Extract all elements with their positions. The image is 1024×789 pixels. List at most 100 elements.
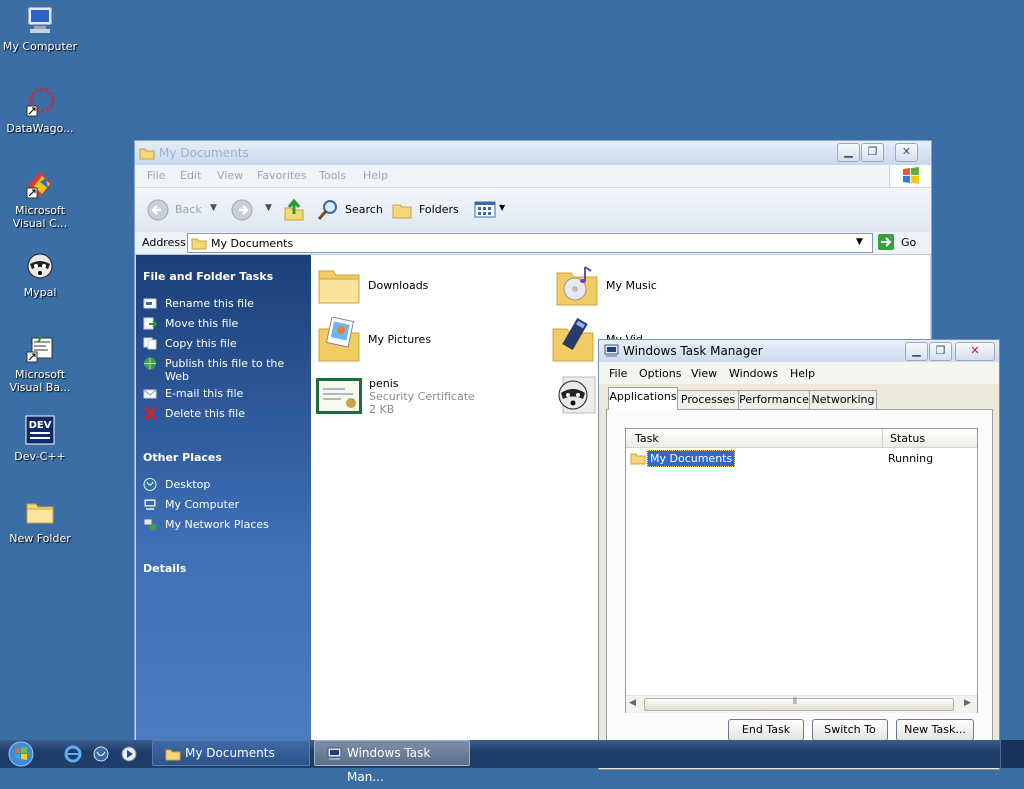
file-item-penis-certificate[interactable]: penis Security Certificate 2 KB — [315, 377, 475, 418]
tab-networking[interactable]: Networking — [809, 390, 877, 409]
taskbar-button-my-documents[interactable]: My Documents — [152, 740, 310, 766]
taskbar-button-label: My Documents — [185, 746, 275, 760]
up-folder-icon[interactable] — [283, 198, 305, 222]
copy-file-link[interactable]: Copy this file — [143, 337, 303, 350]
minimize-button[interactable]: ▁ — [905, 342, 928, 361]
tm-menu-windows[interactable]: Windows — [729, 367, 778, 380]
folders-button[interactable]: Folders — [391, 199, 461, 221]
show-desktop-icon[interactable] — [92, 745, 110, 763]
file-folder-tasks-header[interactable]: File and Folder Tasks — [143, 270, 273, 283]
file-item-my-pictures[interactable]: My Pictures — [317, 316, 431, 366]
address-value: My Documents — [211, 237, 294, 250]
close-button[interactable]: ✕ — [955, 342, 995, 361]
back-dropdown-icon[interactable]: ▼ — [210, 203, 217, 213]
tab-applications[interactable]: Applications — [608, 387, 678, 410]
menu-help[interactable]: Help — [363, 169, 388, 182]
desktop-icon-label: New Folder — [9, 532, 71, 545]
explorer-menu-bar: File Edit View Favorites Tools Help — [135, 165, 931, 188]
go-button[interactable]: Go — [877, 233, 927, 253]
address-input[interactable]: My Documents ▼ — [187, 233, 873, 253]
minimize-button[interactable]: ▁ — [837, 143, 860, 162]
folder-icon — [630, 453, 646, 465]
menu-edit[interactable]: Edit — [180, 169, 201, 182]
rename-file-link[interactable]: Rename this file — [143, 297, 303, 310]
menu-favorites[interactable]: Favorites — [257, 169, 307, 182]
my-computer-link[interactable]: My Computer — [143, 498, 303, 511]
search-label: Search — [345, 203, 383, 216]
pictures-folder-icon — [318, 316, 360, 362]
desktop-icon-my-computer[interactable]: My Computer — [1, 4, 79, 53]
explorer-title-bar[interactable]: My Documents ▁ ❐ ✕ — [135, 141, 931, 165]
desktop-icon-new-folder[interactable]: New Folder — [1, 496, 79, 545]
taskbar-button-task-manager[interactable]: Windows Task Man... — [314, 740, 470, 784]
details-header[interactable]: Details — [143, 562, 186, 575]
raccoon-icon — [558, 376, 596, 414]
file-type: Security Certificate — [369, 390, 475, 403]
forward-arrow-icon[interactable] — [231, 199, 253, 221]
dev-cpp-icon: DEV — [25, 415, 55, 445]
status-column-header[interactable]: Status — [883, 429, 977, 448]
delete-file-link[interactable]: Delete this file — [143, 407, 303, 420]
switch-to-button[interactable]: Switch To — [812, 719, 888, 741]
desktop-icon-label: My Computer — [2, 40, 78, 53]
task-column-header[interactable]: Task — [626, 429, 883, 448]
media-player-icon[interactable] — [120, 745, 138, 763]
views-dropdown-icon: ▼ — [499, 203, 506, 212]
internet-explorer-icon[interactable] — [64, 745, 82, 763]
desktop-icon-visual-c[interactable]: Microsoft Visual C... — [1, 168, 79, 230]
menu-tools[interactable]: Tools — [319, 169, 346, 182]
windows-logo-icon — [889, 165, 930, 187]
desktop-link[interactable]: Desktop — [143, 478, 303, 491]
file-item-mypal-shortcut[interactable] — [553, 375, 597, 418]
svg-text:DEV: DEV — [29, 420, 52, 431]
my-network-places-link[interactable]: My Network Places — [143, 518, 303, 531]
music-folder-icon — [556, 266, 598, 306]
new-task-button[interactable]: New Task... — [896, 719, 974, 741]
scroll-right-icon[interactable]: ▶ — [964, 698, 971, 708]
horizontal-scrollbar[interactable]: ◀ ⦀ ▶ — [626, 695, 977, 713]
back-button[interactable]: Back — [147, 199, 217, 221]
start-button[interactable] — [6, 741, 42, 767]
folders-icon — [392, 204, 412, 219]
copy-icon — [143, 337, 157, 350]
explorer-toolbar: Back ▼ ▼ Search Folders ▼ — [135, 188, 931, 233]
desktop-icon-visual-basic[interactable]: Microsoft Visual Ba... — [1, 332, 79, 394]
task-manager-window[interactable]: Windows Task Manager ▁ ❐ ✕ File Options … — [598, 339, 1000, 770]
desktop-icon-mypal[interactable]: Mypal — [1, 250, 79, 299]
globe-icon — [144, 357, 156, 370]
menu-view[interactable]: View — [217, 169, 243, 182]
publish-web-link[interactable]: Publish this file to the Web — [143, 357, 303, 383]
task-manager-icon — [327, 747, 342, 760]
computer-icon — [27, 6, 53, 33]
file-item-my-music[interactable]: My Music — [555, 265, 657, 310]
task-list[interactable]: Task Status My Documents Running ◀ ⦀ ▶ — [625, 428, 978, 713]
views-button[interactable]: ▼ — [473, 199, 509, 221]
file-item-downloads[interactable]: Downloads — [317, 265, 428, 308]
tm-menu-help[interactable]: Help — [790, 367, 815, 380]
task-status: Running — [888, 452, 934, 465]
tab-processes[interactable]: Processes — [677, 390, 739, 409]
menu-file[interactable]: File — [147, 169, 165, 182]
forward-dropdown-icon[interactable]: ▼ — [265, 203, 272, 213]
desktop-icon-datawago[interactable]: DataWago... — [1, 86, 79, 135]
tm-menu-options[interactable]: Options — [639, 367, 681, 380]
scroll-left-icon[interactable]: ◀ — [629, 698, 636, 708]
tm-menu-file[interactable]: File — [609, 367, 627, 380]
tm-menu-view[interactable]: View — [691, 367, 717, 380]
tab-performance[interactable]: Performance — [738, 390, 810, 409]
file-item-my-videos[interactable]: My Vid — [551, 317, 643, 366]
restore-button[interactable]: ❐ — [929, 342, 952, 361]
restore-button[interactable]: ❐ — [861, 143, 884, 162]
move-file-link[interactable]: Move this file — [143, 317, 303, 330]
other-places-header[interactable]: Other Places — [143, 451, 222, 464]
desktop-icon-dev-cpp[interactable]: DEV Dev-C++ — [1, 414, 79, 463]
task-manager-title-bar[interactable]: Windows Task Manager ▁ ❐ ✕ — [599, 340, 999, 362]
address-dropdown-icon[interactable]: ▼ — [856, 237, 863, 247]
scrollbar-thumb[interactable]: ⦀ — [644, 697, 954, 711]
email-file-link[interactable]: E-mail this file — [143, 387, 303, 400]
close-button[interactable]: ✕ — [895, 143, 918, 162]
folders-label: Folders — [419, 203, 459, 216]
search-button[interactable]: Search — [317, 199, 383, 221]
table-row[interactable]: My Documents Running — [630, 450, 974, 467]
end-task-button[interactable]: End Task — [728, 719, 804, 741]
